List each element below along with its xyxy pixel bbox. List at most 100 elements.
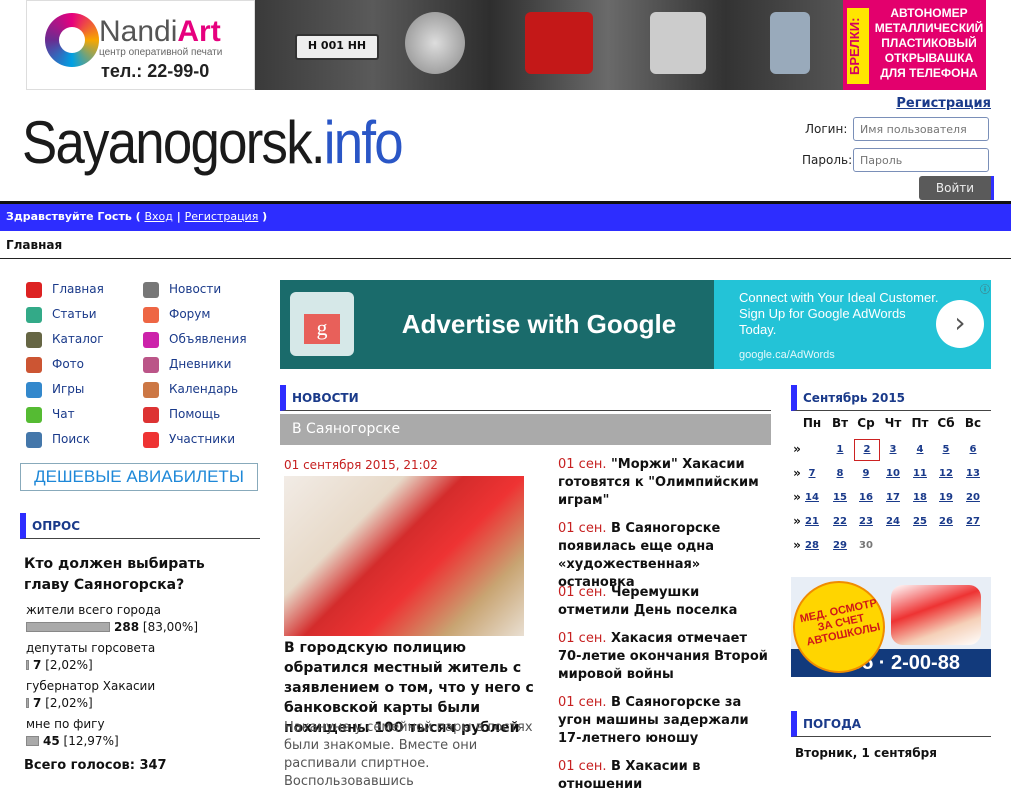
menu-item[interactable]: Объявления	[143, 330, 247, 348]
red-photo-keychain-icon	[525, 12, 593, 74]
menu-item[interactable]: Участники	[143, 430, 235, 448]
menu-item-label: Дневники	[169, 357, 232, 371]
calendar-day[interactable]: 8	[828, 468, 852, 479]
calendar-day[interactable]: 24	[881, 516, 905, 527]
calendar-day[interactable]: 22	[828, 516, 852, 527]
calendar-day[interactable]: 20	[961, 492, 985, 503]
menu-item-label: Каталог	[52, 332, 104, 346]
calendar-day[interactable]: 25	[908, 516, 932, 527]
keychain-promo: БРЕЛКИ: АВТОНОМЕР МЕТАЛЛИЧЕСКИЙ ПЛАСТИКО…	[843, 0, 986, 90]
ad-headline[interactable]: Advertise with Google	[364, 280, 714, 369]
calendar-day[interactable]: 7	[800, 468, 824, 479]
calendar-day[interactable]: 13	[961, 468, 985, 479]
menu-item[interactable]: Чат	[26, 405, 75, 423]
calendar-day[interactable]: 1	[828, 444, 852, 455]
calendar-day[interactable]: 4	[908, 444, 932, 455]
menu-item-label: Поиск	[52, 432, 91, 446]
calendar-day[interactable]: 2	[854, 439, 880, 461]
menu-item-icon	[143, 381, 159, 398]
news-item[interactable]: 01 сен. Хакасия отмечает 70-летие оконча…	[558, 630, 772, 684]
calendar-day[interactable]: 15	[828, 492, 852, 503]
lead-news-excerpt: Накануне у семейной пары в гостях были з…	[284, 720, 533, 789]
calendar-day[interactable]: 28	[800, 540, 824, 551]
menu-item[interactable]: Дневники	[143, 355, 231, 373]
calendar-day[interactable]: 12	[934, 468, 958, 479]
breadcrumb-divider	[0, 258, 1011, 259]
calendar-day[interactable]: 16	[854, 492, 878, 503]
poll-bar	[26, 660, 29, 670]
calendar-day[interactable]: 17	[881, 492, 905, 503]
menu-item-label: Новости	[169, 282, 222, 296]
nandiart-ad[interactable]: NandiArt центр оперативной печати тел.: …	[26, 0, 255, 90]
ad-text-panel[interactable]: Connect with Your Ideal Customer. Sign U…	[714, 280, 991, 369]
register-link[interactable]: Регистрация	[896, 96, 991, 111]
news-item[interactable]: 01 сен. "Моржи" Хакасии готовятся к "Оли…	[558, 456, 772, 510]
menu-item-label: Чат	[52, 407, 75, 421]
greeting-text: Здравствуйте Гость	[6, 210, 132, 223]
calendar-day[interactable]: 11	[908, 468, 932, 479]
calendar-day[interactable]: 19	[934, 492, 958, 503]
bar-register-link[interactable]: Регистрация	[185, 210, 259, 223]
chevron-right-icon[interactable]: ›	[936, 300, 984, 348]
menu-item[interactable]: Главная	[26, 280, 104, 298]
menu-item-icon	[26, 356, 42, 373]
news-item[interactable]: 01 сен. В Хакасии в отношении	[558, 758, 772, 794]
poll-question: Кто должен выбирать главу Саяногорска?	[24, 556, 205, 593]
menu-item[interactable]: Игры	[26, 380, 84, 398]
menu-item-icon	[26, 406, 42, 423]
autoschool-badge-text: МЕД. ОСМОТР ЗА СЧЕТ АВТОШКОЛЫ	[798, 597, 882, 649]
license-plate-keychain: Н 001 НН	[295, 34, 379, 60]
site-logo[interactable]: Sayanogorsk.info	[22, 108, 404, 177]
menu-item[interactable]: Статьи	[26, 305, 97, 323]
calendar-day[interactable]: 23	[854, 516, 878, 527]
menu-item[interactable]: Календарь	[143, 380, 238, 398]
calendar-day[interactable]: 21	[800, 516, 824, 527]
menu-item[interactable]: Фото	[26, 355, 84, 373]
menu-item-icon	[143, 431, 159, 448]
paren-open: (	[131, 210, 145, 223]
news-heading[interactable]: НОВОСТИ	[280, 385, 771, 411]
calendar-heading[interactable]: Сентябрь 2015	[791, 385, 991, 411]
autoschool-banner[interactable]: 55 · 2-00-88 МЕД. ОСМОТР ЗА СЧЕТ АВТОШКО…	[791, 577, 991, 677]
username-input[interactable]	[853, 117, 989, 141]
calendar-day[interactable]: 5	[934, 444, 958, 455]
menu-item-icon	[143, 331, 159, 348]
menu-item[interactable]: Каталог	[26, 330, 104, 348]
news-item-date: 01 сен.	[558, 759, 607, 774]
news-item[interactable]: 01 сен. В Саяногорске за угон машины зад…	[558, 694, 772, 748]
news-item[interactable]: 01 сен. Черемушки отметили День поселка	[558, 584, 772, 620]
calendar-day[interactable]: 27	[961, 516, 985, 527]
ad-info-icon[interactable]: ⓘ	[980, 281, 990, 296]
calendar-weekday: Вс	[964, 416, 982, 430]
menu-item[interactable]: Помощь	[143, 405, 220, 423]
calendar-day[interactable]: 29	[828, 540, 852, 551]
top-banner[interactable]: NandiArt центр оперативной печати тел.: …	[26, 0, 986, 90]
ad-icon-panel: g	[280, 280, 364, 369]
calendar-day[interactable]: 18	[908, 492, 932, 503]
calendar-weekday: Ср	[857, 416, 875, 430]
news-item[interactable]: 01 сен. В Саяногорске появилась еще одна…	[558, 520, 772, 592]
menu-item[interactable]: Поиск	[26, 430, 90, 448]
menu-item[interactable]: Новости	[143, 280, 221, 298]
news-item-date: 01 сен.	[558, 521, 607, 536]
news-item-date: 01 сен.	[558, 631, 607, 646]
menu-item[interactable]: Форум	[143, 305, 210, 323]
calendar-day[interactable]: 26	[934, 516, 958, 527]
calendar-day[interactable]: 9	[854, 468, 878, 479]
password-input[interactable]	[853, 148, 989, 172]
calendar-day[interactable]: 14	[800, 492, 824, 503]
login-button[interactable]: Войти	[919, 176, 994, 200]
poll-option-label: мне по фигу	[26, 717, 105, 731]
lead-news-photo[interactable]	[284, 476, 524, 636]
autoschool-photo	[891, 585, 981, 645]
cheap-flights-banner[interactable]: ДЕШЕВЫЕ АВИАБИЛЕТЫ	[20, 463, 258, 491]
weather-heading[interactable]: ПОГОДА	[791, 711, 991, 737]
google-ad[interactable]: g Advertise with Google Connect with You…	[280, 280, 991, 369]
menu-item-icon	[143, 356, 159, 373]
calendar-day[interactable]: 3	[881, 444, 905, 455]
calendar-week-link[interactable]: »	[785, 442, 809, 456]
calendar-day[interactable]: 10	[881, 468, 905, 479]
calendar-day[interactable]: 6	[961, 444, 985, 455]
calendar-weekday: Чт	[884, 416, 902, 430]
login-link[interactable]: Вход	[144, 210, 172, 223]
